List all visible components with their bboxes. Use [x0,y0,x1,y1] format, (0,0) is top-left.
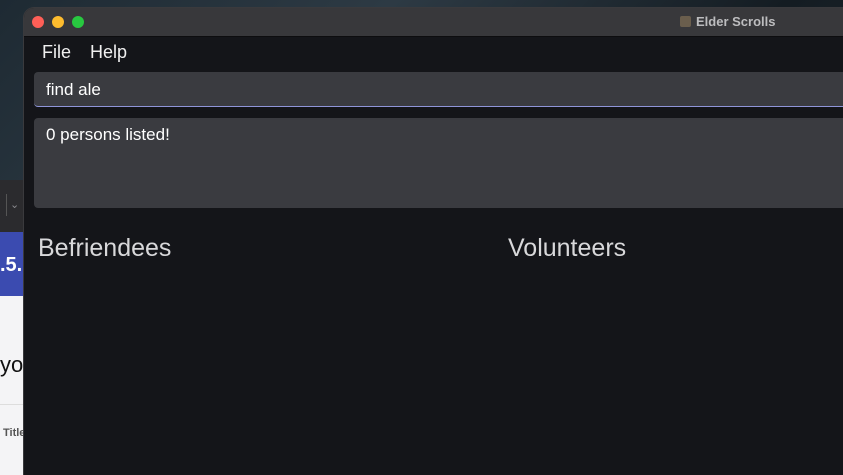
window-title-text: Elder Scrolls [696,14,776,29]
command-input[interactable]: find ale [34,72,843,107]
result-message: 0 persons listed! [46,125,170,144]
menu-help[interactable]: Help [90,42,127,63]
chevron-down-icon[interactable]: ⌄ [10,198,19,211]
befriendees-panel-title: Befriendees [38,234,172,262]
result-display: 0 persons listed! [34,118,843,208]
minimize-window-button[interactable] [52,16,64,28]
close-window-button[interactable] [32,16,44,28]
app-window: Elder Scrolls File Help find ale 0 perso… [24,8,843,475]
window-title: Elder Scrolls [680,14,775,29]
menu-bar: File Help [24,37,843,69]
zoom-window-button[interactable] [72,16,84,28]
volunteers-panel-title: Volunteers [508,234,627,262]
title-bar[interactable]: Elder Scrolls [24,8,843,37]
background-column-header: Title [3,427,26,439]
background-divider [6,194,7,216]
menu-file[interactable]: File [42,42,71,63]
app-icon [680,16,691,27]
background-version-text: .5. [0,254,23,276]
command-input-text[interactable]: find ale [46,80,101,100]
